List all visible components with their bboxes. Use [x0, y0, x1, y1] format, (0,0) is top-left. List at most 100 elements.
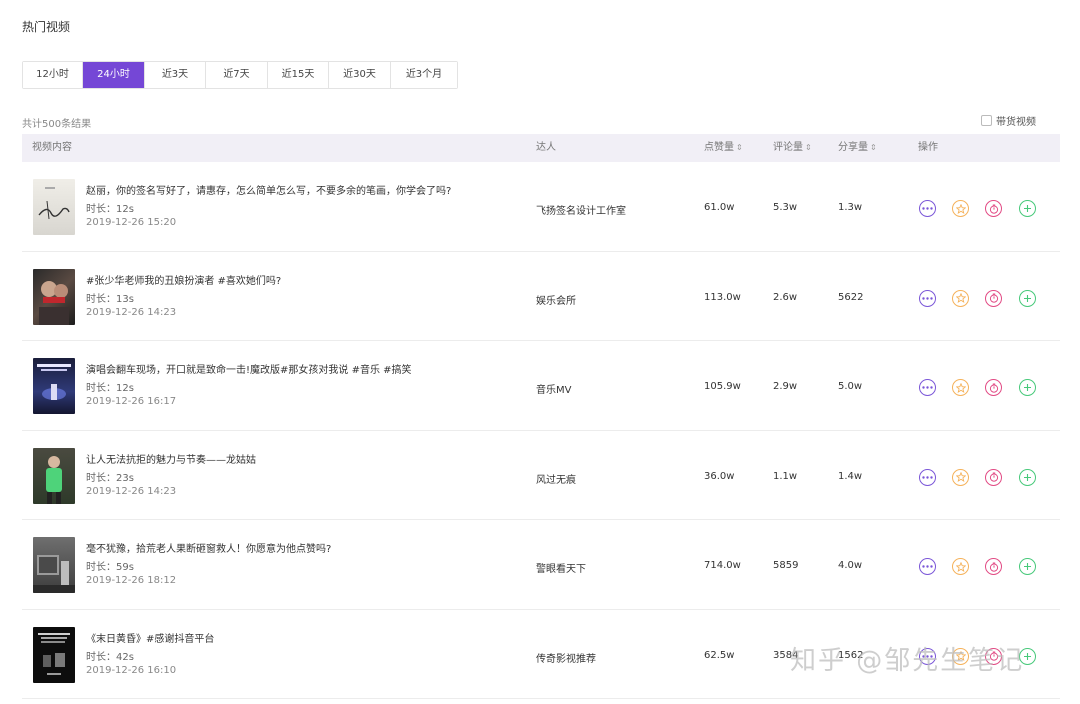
video-duration: 时长：12s	[86, 383, 134, 394]
video-title[interactable]: 赵丽，你的签名写好了，请惠存，怎么简单怎么写，不要多余的笔画，你学会了吗?	[86, 182, 451, 197]
comments-count: 2.6w	[773, 291, 798, 303]
page-title: 热门视频	[22, 20, 71, 34]
likes-count: 61.0w	[704, 202, 735, 213]
sort-icon[interactable]: ⇕	[736, 143, 743, 152]
comments-count: 1.1w	[773, 470, 798, 482]
timer-icon[interactable]	[985, 200, 1002, 217]
goods-video-label: 带货视频	[996, 117, 1036, 128]
video-title[interactable]: 《末日黄昏》#感谢抖音平台	[86, 630, 214, 645]
video-thumbnail[interactable]	[33, 268, 75, 325]
video-title[interactable]: 演唱会翻车现场，开口就是致命一击!魔改版#那女孩对我说 #音乐 #搞笑	[86, 361, 412, 376]
author-name[interactable]: 飞扬签名设计工作室	[536, 202, 626, 217]
video-duration: 时长：59s	[86, 562, 134, 573]
video-table: 赵丽，你的签名写好了，请惠存，怎么简单怎么写，不要多余的笔画，你学会了吗? 时长…	[22, 162, 1060, 699]
star-icon[interactable]	[952, 468, 969, 486]
more-icon[interactable]	[919, 647, 936, 665]
author-name[interactable]: 风过无痕	[536, 471, 576, 486]
star-icon[interactable]	[952, 647, 969, 665]
timer-icon[interactable]	[985, 379, 1002, 396]
tab-7d[interactable]: 近7天	[206, 62, 268, 88]
author-name[interactable]: 传奇影视推荐	[536, 650, 596, 665]
col-comments[interactable]: 评论量 ⇕	[773, 134, 812, 162]
timer-icon[interactable]	[985, 468, 1002, 486]
add-icon[interactable]	[1019, 379, 1036, 396]
shares-count: 1.3w	[838, 202, 863, 213]
video-thumbnail[interactable]	[33, 358, 75, 414]
goods-video-checkbox[interactable]	[981, 115, 992, 126]
tab-3m[interactable]: 近3个月	[391, 62, 457, 88]
table-row: 演唱会翻车现场，开口就是致命一击!魔改版#那女孩对我说 #音乐 #搞笑 时长：1…	[22, 341, 1060, 431]
more-icon[interactable]	[919, 289, 936, 307]
more-icon[interactable]	[919, 200, 936, 217]
video-thumbnail[interactable]	[33, 537, 75, 593]
shares-count: 5.0w	[838, 381, 863, 392]
timer-icon[interactable]	[985, 289, 1002, 307]
tab-12h[interactable]: 12小时	[23, 62, 83, 88]
video-date: 2019-12-26 16:10	[86, 664, 177, 676]
col-video-content: 视频内容	[32, 142, 72, 153]
more-icon[interactable]	[919, 379, 936, 396]
more-icon[interactable]	[919, 468, 936, 486]
author-name[interactable]: 音乐MV	[536, 381, 571, 396]
video-duration: 时长：23s	[86, 472, 134, 484]
likes-count: 36.0w	[704, 470, 735, 482]
video-date: 2019-12-26 16:17	[86, 396, 177, 407]
col-shares[interactable]: 分享量 ⇕	[838, 134, 877, 162]
table-row: 毫不犹豫，拾荒老人果断砸窗救人！你愿意为他点赞吗? 时长：59s 2019-12…	[22, 520, 1060, 610]
col-likes-label: 点赞量	[704, 142, 734, 153]
sort-icon[interactable]: ⇕	[870, 143, 877, 152]
sort-icon[interactable]: ⇕	[805, 143, 812, 152]
video-thumbnail[interactable]	[33, 626, 75, 683]
likes-count: 113.0w	[704, 291, 741, 303]
video-title[interactable]: 让人无法抗拒的魅力与节奏——龙姑姑	[86, 451, 256, 466]
author-name[interactable]: 娱乐会所	[536, 292, 576, 307]
table-row: #张少华老师我的丑娘扮演者 #喜欢她们吗? 时长：13s 2019-12-26 …	[22, 252, 1060, 341]
table-row: 《末日黄昏》#感谢抖音平台 时长：42s 2019-12-26 16:10 传奇…	[22, 610, 1060, 699]
tab-15d[interactable]: 近15天	[268, 62, 329, 88]
col-comments-label: 评论量	[773, 142, 803, 153]
comments-count: 5859	[773, 560, 799, 571]
add-icon[interactable]	[1019, 200, 1036, 217]
col-likes[interactable]: 点赞量 ⇕	[704, 134, 743, 162]
star-icon[interactable]	[952, 289, 969, 307]
timer-icon[interactable]	[985, 558, 1002, 575]
video-date: 2019-12-26 18:12	[86, 575, 177, 586]
add-icon[interactable]	[1019, 468, 1036, 486]
author-name[interactable]: 警眼看天下	[536, 560, 586, 575]
video-duration: 时长：12s	[86, 204, 134, 215]
star-icon[interactable]	[952, 558, 969, 575]
comments-count: 5.3w	[773, 202, 798, 213]
video-thumbnail[interactable]	[33, 447, 75, 504]
comments-count: 2.9w	[773, 381, 798, 392]
add-icon[interactable]	[1019, 647, 1036, 665]
shares-count: 4.0w	[838, 560, 863, 571]
video-date: 2019-12-26 14:23	[86, 485, 177, 497]
table-row: 赵丽，你的签名写好了，请惠存，怎么简单怎么写，不要多余的笔画，你学会了吗? 时长…	[22, 162, 1060, 252]
shares-count: 5622	[838, 291, 864, 303]
likes-count: 62.5w	[704, 649, 735, 661]
shares-count: 1562	[838, 649, 864, 661]
tab-30d[interactable]: 近30天	[329, 62, 391, 88]
timer-icon[interactable]	[985, 647, 1002, 665]
goods-video-filter[interactable]: 带货视频	[981, 113, 1036, 128]
tab-3d[interactable]: 近3天	[145, 62, 206, 88]
shares-count: 1.4w	[838, 470, 863, 482]
col-author: 达人	[536, 142, 556, 153]
result-count: 共计500条结果	[22, 119, 92, 130]
video-title[interactable]: 毫不犹豫，拾荒老人果断砸窗救人！你愿意为他点赞吗?	[86, 540, 331, 555]
star-icon[interactable]	[952, 200, 969, 217]
video-duration: 时长：42s	[86, 651, 134, 663]
video-title[interactable]: #张少华老师我的丑娘扮演者 #喜欢她们吗?	[86, 272, 281, 287]
more-icon[interactable]	[919, 558, 936, 575]
star-icon[interactable]	[952, 379, 969, 396]
col-actions: 操作	[918, 142, 938, 153]
table-row: 让人无法抗拒的魅力与节奏——龙姑姑 时长：23s 2019-12-26 14:2…	[22, 431, 1060, 520]
video-date: 2019-12-26 15:20	[86, 217, 177, 228]
likes-count: 714.0w	[704, 560, 741, 571]
table-header: 视频内容 达人 点赞量 ⇕ 评论量 ⇕ 分享量 ⇕ 操作	[22, 134, 1060, 162]
video-date: 2019-12-26 14:23	[86, 306, 177, 318]
add-icon[interactable]	[1019, 289, 1036, 307]
add-icon[interactable]	[1019, 558, 1036, 575]
video-thumbnail[interactable]	[33, 179, 75, 235]
tab-24h[interactable]: 24小时	[83, 62, 145, 88]
